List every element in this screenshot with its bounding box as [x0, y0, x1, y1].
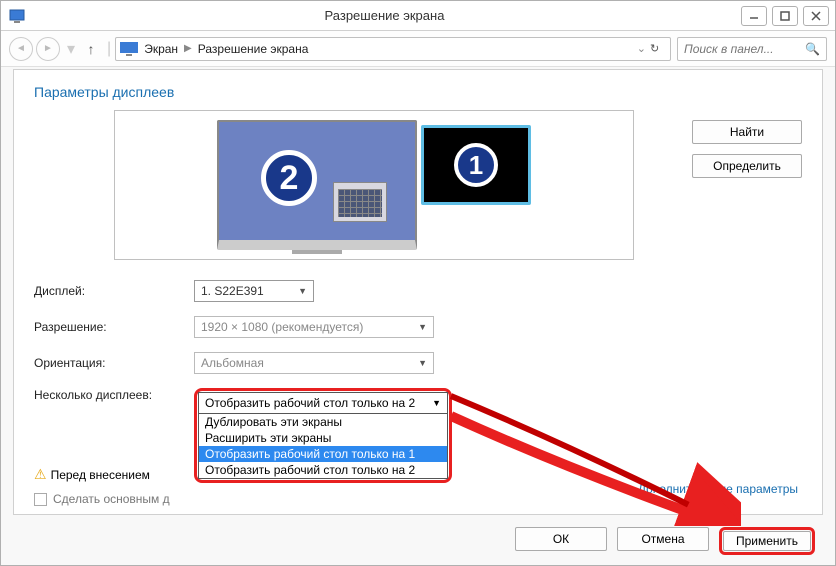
multi-option-only2[interactable]: Отобразить рабочий стол только на 2	[199, 462, 447, 478]
chevron-down-icon: ▼	[408, 358, 427, 368]
multi-option-duplicate[interactable]: Дублировать эти экраны	[199, 414, 447, 430]
nav-back-button[interactable]: ◄	[9, 37, 33, 61]
chevron-down-icon: ▼	[288, 286, 307, 296]
display-preview[interactable]: 2 1	[114, 110, 634, 260]
minimize-button[interactable]	[741, 6, 767, 26]
monitor-1[interactable]: 1	[421, 125, 531, 205]
ok-button[interactable]: ОК	[515, 527, 607, 551]
titlebar: Разрешение экрана	[1, 1, 835, 31]
maximize-button[interactable]	[772, 6, 798, 26]
content-panel: Параметры дисплеев 2 1 Найти Определить …	[13, 69, 823, 515]
select-orientation[interactable]: Альбомная ▼	[194, 352, 434, 374]
select-resolution-value: 1920 × 1080 (рекомендуется)	[201, 320, 363, 334]
navbar: ◄ ► ▾ ↑ | Экран ▶ Разрешение экрана ⌄ ↻ …	[1, 31, 835, 67]
select-multi-value: Отобразить рабочий стол только на 2	[205, 396, 415, 410]
nav-forward-button[interactable]: ►	[36, 37, 60, 61]
cancel-button[interactable]: Отмена	[617, 527, 709, 551]
label-multi: Несколько дисплеев:	[34, 388, 194, 402]
display-icon	[120, 42, 138, 56]
monitor-2-badge: 2	[261, 150, 317, 206]
apply-highlight-frame: Применить	[719, 527, 815, 555]
address-bar[interactable]: Экран ▶ Разрешение экрана ⌄ ↻	[115, 37, 671, 61]
address-dropdown-icon[interactable]: ⌄	[637, 42, 646, 55]
select-multi-list: Дублировать эти экраны Расширить эти экр…	[198, 414, 448, 479]
select-display-value: 1. S22E391	[201, 284, 264, 298]
select-multi[interactable]: Отобразить рабочий стол только на 2 ▼	[198, 392, 448, 414]
identify-button[interactable]: Определить	[692, 154, 802, 178]
display-preview-row: 2 1 Найти Определить	[34, 110, 802, 260]
warning-row: ⚠ Перед внесением	[34, 466, 150, 483]
multi-dropdown-area: Отобразить рабочий стол только на 2 ▼ Дуб…	[194, 388, 452, 483]
monitor-1-badge: 1	[454, 143, 498, 187]
refresh-icon[interactable]: ↻	[650, 42, 666, 55]
row-display: Дисплей: 1. S22E391 ▼	[34, 280, 802, 302]
close-button[interactable]	[803, 6, 829, 26]
primary-checkbox[interactable]	[34, 493, 47, 506]
side-buttons: Найти Определить	[692, 120, 802, 178]
window-controls	[736, 6, 829, 26]
breadcrumb-current[interactable]: Разрешение экрана	[198, 42, 309, 56]
search-bar[interactable]: 🔍	[677, 37, 827, 61]
footer-buttons: ОК Отмена Применить	[515, 527, 815, 555]
breadcrumb-root[interactable]: Экран	[144, 42, 178, 56]
window: Разрешение экрана ◄ ► ▾ ↑ | Экран ▶ Разр…	[0, 0, 836, 566]
search-icon[interactable]: 🔍	[805, 42, 820, 56]
chevron-right-icon: ▶	[184, 43, 192, 54]
multi-option-extend[interactable]: Расширить эти экраны	[199, 430, 447, 446]
row-resolution: Разрешение: 1920 × 1080 (рекомендуется) ▼	[34, 316, 802, 338]
chevron-down-icon: ▼	[408, 322, 427, 332]
select-display[interactable]: 1. S22E391 ▼	[194, 280, 314, 302]
label-orientation: Ориентация:	[34, 356, 194, 370]
monitor-2[interactable]: 2	[217, 120, 417, 250]
select-resolution[interactable]: 1920 × 1080 (рекомендуется) ▼	[194, 316, 434, 338]
app-icon	[9, 8, 25, 24]
warning-text: Перед внесением	[51, 468, 150, 482]
label-display: Дисплей:	[34, 284, 194, 298]
row-orientation: Ориентация: Альбомная ▼	[34, 352, 802, 374]
select-orientation-value: Альбомная	[201, 356, 264, 370]
section-title: Параметры дисплеев	[34, 84, 802, 100]
search-input[interactable]	[684, 42, 794, 56]
primary-checkbox-label: Сделать основным д	[53, 492, 170, 506]
multi-option-only1[interactable]: Отобразить рабочий стол только на 1	[199, 446, 447, 462]
apply-button[interactable]: Применить	[723, 531, 811, 551]
nav-separator: ▾	[67, 39, 75, 59]
primary-checkbox-row: Сделать основным д	[34, 492, 170, 506]
nav-up-button[interactable]: ↑	[81, 37, 101, 61]
label-resolution: Разрешение:	[34, 320, 194, 334]
find-button[interactable]: Найти	[692, 120, 802, 144]
chevron-down-icon: ▼	[432, 398, 441, 408]
window-title: Разрешение экрана	[33, 8, 736, 23]
highlight-frame: Отобразить рабочий стол только на 2 ▼ Дуб…	[194, 388, 452, 483]
calendar-icon	[333, 182, 387, 222]
advanced-link[interactable]: Дополнительные параметры	[638, 482, 798, 496]
warning-icon: ⚠	[34, 466, 47, 483]
